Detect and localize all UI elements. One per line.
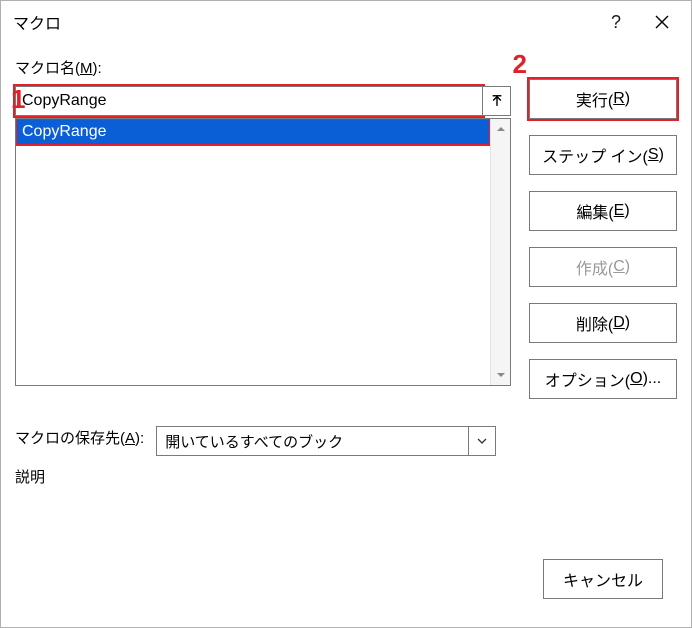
macro-name-row: 1 bbox=[15, 86, 511, 116]
macro-name-input[interactable] bbox=[15, 86, 483, 116]
delete-button[interactable]: 削除(D) bbox=[529, 303, 677, 343]
scroll-up-button[interactable] bbox=[491, 119, 510, 139]
chevron-down-icon bbox=[477, 436, 487, 446]
help-icon: ? bbox=[611, 12, 621, 33]
titlebar: マクロ ? bbox=[1, 1, 691, 43]
help-button[interactable]: ? bbox=[593, 7, 639, 37]
chevron-up-icon bbox=[496, 124, 506, 134]
create-button: 作成(C) bbox=[529, 247, 677, 287]
callout-2: 2 bbox=[513, 49, 527, 80]
cancel-button[interactable]: キャンセル bbox=[543, 559, 663, 599]
macro-location-button[interactable] bbox=[483, 86, 511, 116]
storage-input[interactable] bbox=[156, 426, 468, 456]
scrollbar[interactable] bbox=[490, 119, 510, 385]
macro-list[interactable]: CopyRange bbox=[15, 118, 511, 386]
storage-dropdown-button[interactable] bbox=[468, 426, 496, 456]
scroll-down-button[interactable] bbox=[491, 365, 510, 385]
close-icon bbox=[654, 14, 670, 30]
close-button[interactable] bbox=[639, 7, 685, 37]
storage-combo[interactable] bbox=[156, 426, 496, 456]
upload-icon bbox=[490, 94, 504, 108]
dialog-title: マクロ bbox=[13, 10, 61, 34]
list-item-label: CopyRange bbox=[22, 123, 107, 141]
macro-name-label: マクロ名(M): bbox=[15, 57, 511, 78]
step-in-button[interactable]: ステップ イン(S) bbox=[529, 135, 677, 175]
edit-button[interactable]: 編集(E) bbox=[529, 191, 677, 231]
list-item[interactable]: CopyRange bbox=[16, 119, 490, 145]
run-button[interactable]: 実行(R) bbox=[529, 79, 677, 119]
storage-label: マクロの保存先(A): bbox=[15, 427, 144, 448]
chevron-down-icon bbox=[496, 370, 506, 380]
options-button[interactable]: オプション(O)... bbox=[529, 359, 677, 399]
description-label: 説明 bbox=[15, 466, 511, 487]
macro-dialog: マクロ ? マクロ名(M): 1 CopyRange bbox=[0, 0, 692, 628]
